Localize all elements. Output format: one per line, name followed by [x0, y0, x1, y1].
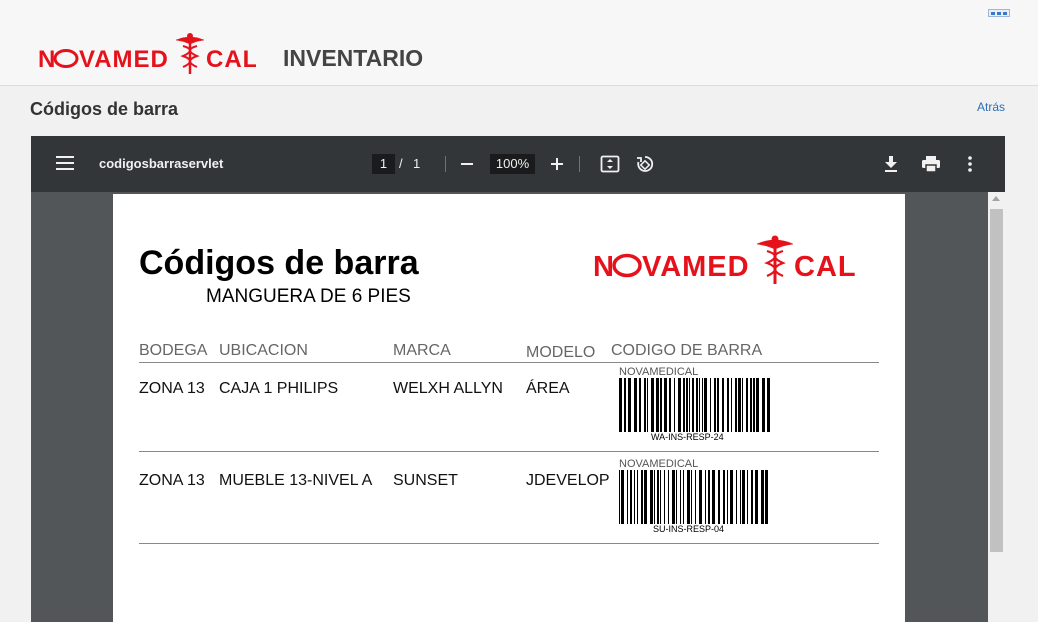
document-title: Códigos de barra — [139, 244, 419, 282]
document-subtitle: MANGUERA DE 6 PIES — [206, 286, 411, 307]
header-rule — [139, 362, 879, 363]
zoom-out-icon[interactable] — [455, 152, 479, 176]
back-link[interactable]: Atrás — [977, 100, 1005, 114]
cell-ubicacion: MUEBLE 13-NIVEL A — [219, 472, 373, 489]
svg-text:N: N — [593, 251, 615, 283]
page-number-input[interactable]: 1 — [372, 154, 395, 174]
cell-modelo: ÁREA — [526, 380, 570, 397]
more-icon[interactable] — [958, 152, 982, 176]
cell-modelo: JDEVELOP — [526, 472, 610, 489]
row-rule — [139, 451, 879, 452]
brand-logo[interactable]: N VAMED CAL — [38, 32, 256, 76]
fit-page-icon[interactable] — [598, 152, 622, 176]
row-rule — [139, 543, 879, 544]
cell-bodega: ZONA 13 — [139, 380, 205, 397]
total-pages: 1 — [413, 156, 421, 171]
app-header: N VAMED CAL INVENTARIO — [0, 0, 1038, 86]
page-separator: / — [399, 156, 403, 171]
vertical-scrollbar[interactable] — [988, 192, 1005, 622]
column-header-ubicacion: UBICACION — [219, 342, 308, 359]
cell-marca: SUNSET — [393, 472, 458, 489]
column-header-codigo: CODIGO DE BARRA — [611, 342, 763, 359]
zoom-in-icon[interactable] — [545, 152, 569, 176]
column-header-marca: MARCA — [393, 342, 451, 359]
app-menu-icon[interactable] — [988, 9, 1010, 17]
pdf-toolbar: codigosbarraservlet 1 / 1 100% — [31, 136, 1005, 192]
barcode-label: NOVAMEDICAL — [619, 458, 699, 470]
svg-text:VAMED: VAMED — [79, 46, 169, 73]
document-logo: N VAMED CAL — [593, 234, 863, 284]
app-title: INVENTARIO — [283, 45, 424, 71]
column-header-bodega: BODEGA — [139, 342, 208, 359]
download-icon[interactable] — [879, 152, 903, 176]
toolbar-divider — [579, 156, 580, 172]
zoom-input[interactable]: 100% — [490, 154, 535, 174]
barcode-image — [619, 470, 768, 524]
column-header-modelo: MODELO — [526, 344, 596, 361]
barcode-code: SU-INS-RESP-04 — [653, 524, 725, 534]
cell-bodega: ZONA 13 — [139, 472, 205, 489]
pdf-viewer: codigosbarraservlet 1 / 1 100% Códigos d… — [31, 136, 1005, 622]
pdf-page: Códigos de barra MANGUERA DE 6 PIES N VA… — [113, 194, 905, 622]
scroll-up-arrow[interactable] — [992, 196, 1000, 201]
pdf-filename: codigosbarraservlet — [99, 156, 224, 171]
cell-marca: WELXH ALLYN — [393, 380, 503, 397]
barcode-label: NOVAMEDICAL — [619, 366, 699, 378]
print-icon[interactable] — [919, 152, 943, 176]
svg-text:CAL: CAL — [206, 46, 256, 73]
cell-ubicacion: CAJA 1 PHILIPS — [219, 380, 339, 397]
page-title: Códigos de barra — [30, 99, 179, 119]
barcode-code: WA-INS-RESP-24 — [651, 432, 724, 442]
svg-text:CAL: CAL — [794, 251, 857, 283]
toolbar-divider — [445, 156, 446, 172]
menu-icon[interactable] — [56, 156, 74, 170]
svg-text:VAMED: VAMED — [642, 251, 750, 283]
barcode-image — [619, 378, 770, 432]
rotate-icon[interactable] — [633, 152, 657, 176]
scroll-thumb[interactable] — [990, 209, 1003, 552]
